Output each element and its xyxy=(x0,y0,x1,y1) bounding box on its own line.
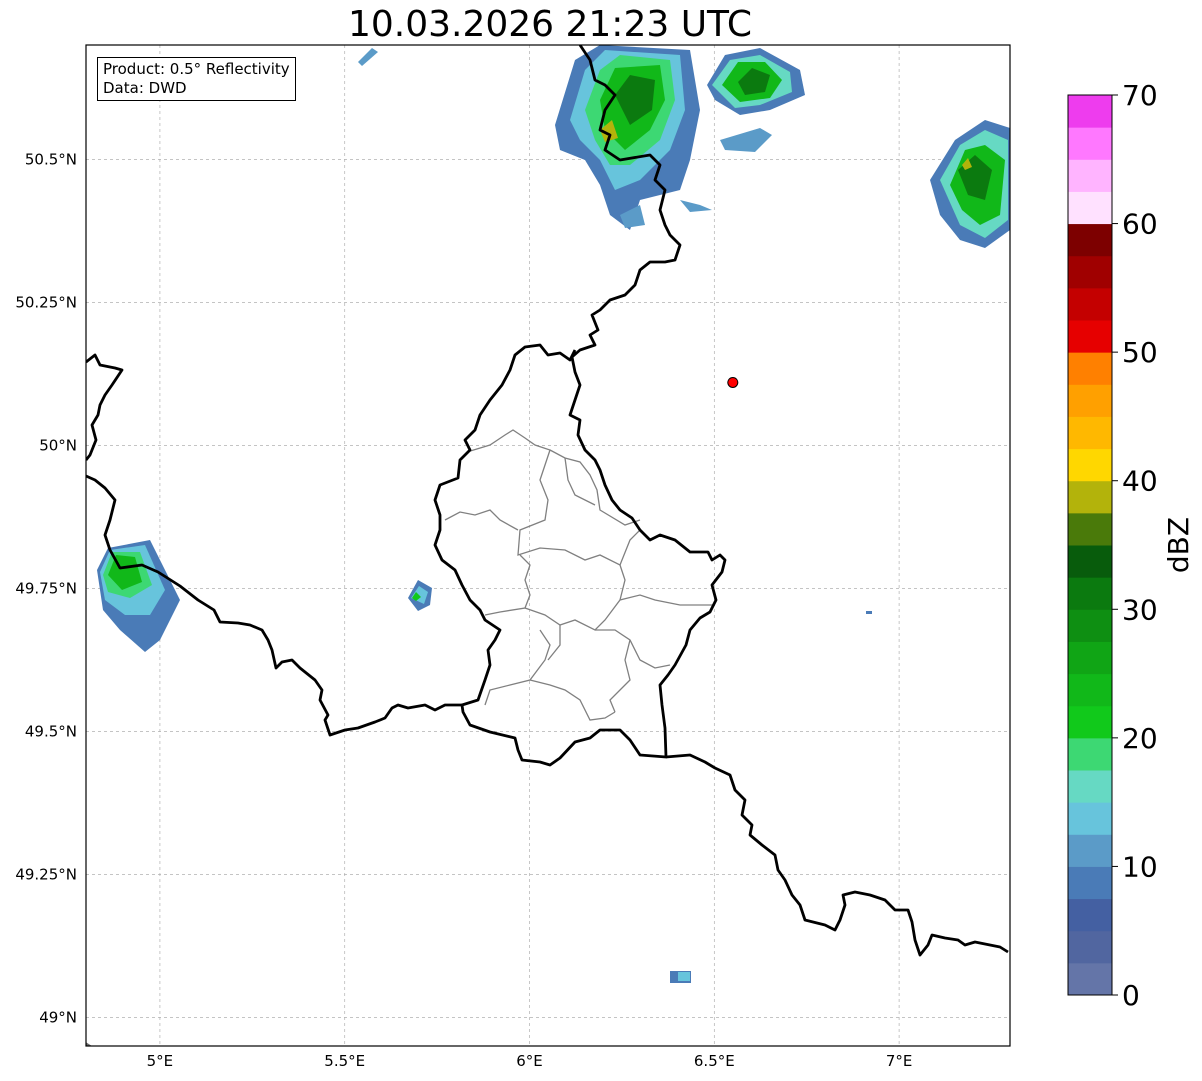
colorbar-swatch xyxy=(1068,673,1112,707)
colorbar-swatch xyxy=(1068,705,1112,739)
colorbar-swatch xyxy=(1068,95,1112,128)
colorbar-swatch xyxy=(1068,866,1112,900)
data-source-label: Data: DWD xyxy=(103,79,187,97)
lon-tick-label: 6.5°E xyxy=(694,1052,735,1070)
colorbar-swatch xyxy=(1068,545,1112,578)
colorbar-swatch xyxy=(1068,159,1112,192)
colorbar-swatch xyxy=(1068,609,1112,642)
colorbar-tick-label: 10 xyxy=(1122,850,1158,883)
colorbar-swatch xyxy=(1068,255,1112,289)
colorbar-swatch xyxy=(1068,352,1112,385)
colorbar-swatch xyxy=(1068,577,1112,610)
lon-tick-label: 5°E xyxy=(147,1052,174,1070)
lat-tick-label: 49°N xyxy=(39,1008,77,1026)
colorbar-tick-label: 70 xyxy=(1122,80,1158,112)
product-label: Product: 0.5° Reflectivity xyxy=(103,60,290,78)
colorbar-swatch xyxy=(1068,898,1112,932)
lat-tick-label: 49.5°N xyxy=(25,722,77,740)
colorbar-swatch xyxy=(1068,737,1112,771)
colorbar-swatch xyxy=(1068,770,1112,803)
colorbar-swatch xyxy=(1068,480,1112,514)
colorbar-swatch xyxy=(1068,962,1112,996)
lat-tick-label: 49.25°N xyxy=(15,865,77,883)
colorbar-unit-label: dBZ xyxy=(1162,517,1195,573)
lat-tick-label: 50.5°N xyxy=(25,150,77,168)
colorbar-tick-label: 50 xyxy=(1122,336,1158,369)
colorbar-swatch xyxy=(1068,191,1112,225)
lat-tick-label: 50°N xyxy=(39,436,77,454)
colorbar-swatch xyxy=(1068,448,1112,482)
colorbar-swatch xyxy=(1068,512,1112,546)
lon-tick-label: 5.5°E xyxy=(324,1052,365,1070)
colorbar-swatch xyxy=(1068,834,1112,867)
radar-map[interactable]: 5°E 5.5°E 6°E 6.5°E 7°E 50.5°N 50.25°N 50°N 49.7… xyxy=(0,0,1202,1081)
lon-tick-label: 7°E xyxy=(886,1052,913,1070)
colorbar-tick-label: 40 xyxy=(1122,465,1158,498)
colorbar-tick-label: 30 xyxy=(1122,593,1158,626)
colorbar-swatch xyxy=(1068,127,1112,160)
colorbar-swatch xyxy=(1068,223,1112,257)
colorbar-tick-label: 0 xyxy=(1122,979,1140,1012)
colorbar-swatch xyxy=(1068,320,1112,353)
colorbar-swatch xyxy=(1068,930,1112,964)
colorbar-swatches xyxy=(1068,95,1112,996)
radar-site-marker[interactable] xyxy=(727,376,739,388)
precip-speck xyxy=(866,611,872,614)
precip-cell-south xyxy=(670,971,691,983)
colorbar-swatch xyxy=(1068,641,1112,675)
lat-tick-label: 49.75°N xyxy=(15,579,77,597)
colorbar-swatch xyxy=(1068,287,1112,321)
product-info-box: Product: 0.5° Reflectivity Data: DWD xyxy=(97,57,296,101)
lon-tick-label: 6°E xyxy=(516,1052,543,1070)
colorbar-tick-label: 20 xyxy=(1122,722,1158,755)
lat-tick-label: 50.25°N xyxy=(15,293,77,311)
colorbar: 0 10 20 30 40 50 60 70 dBZ xyxy=(1067,80,1195,1012)
colorbar-swatch xyxy=(1068,416,1112,450)
colorbar-tick-label: 60 xyxy=(1122,208,1158,241)
colorbar-ticks: 0 10 20 30 40 50 60 70 xyxy=(1112,80,1158,1012)
colorbar-swatch xyxy=(1068,802,1112,835)
colorbar-swatch xyxy=(1068,384,1112,417)
